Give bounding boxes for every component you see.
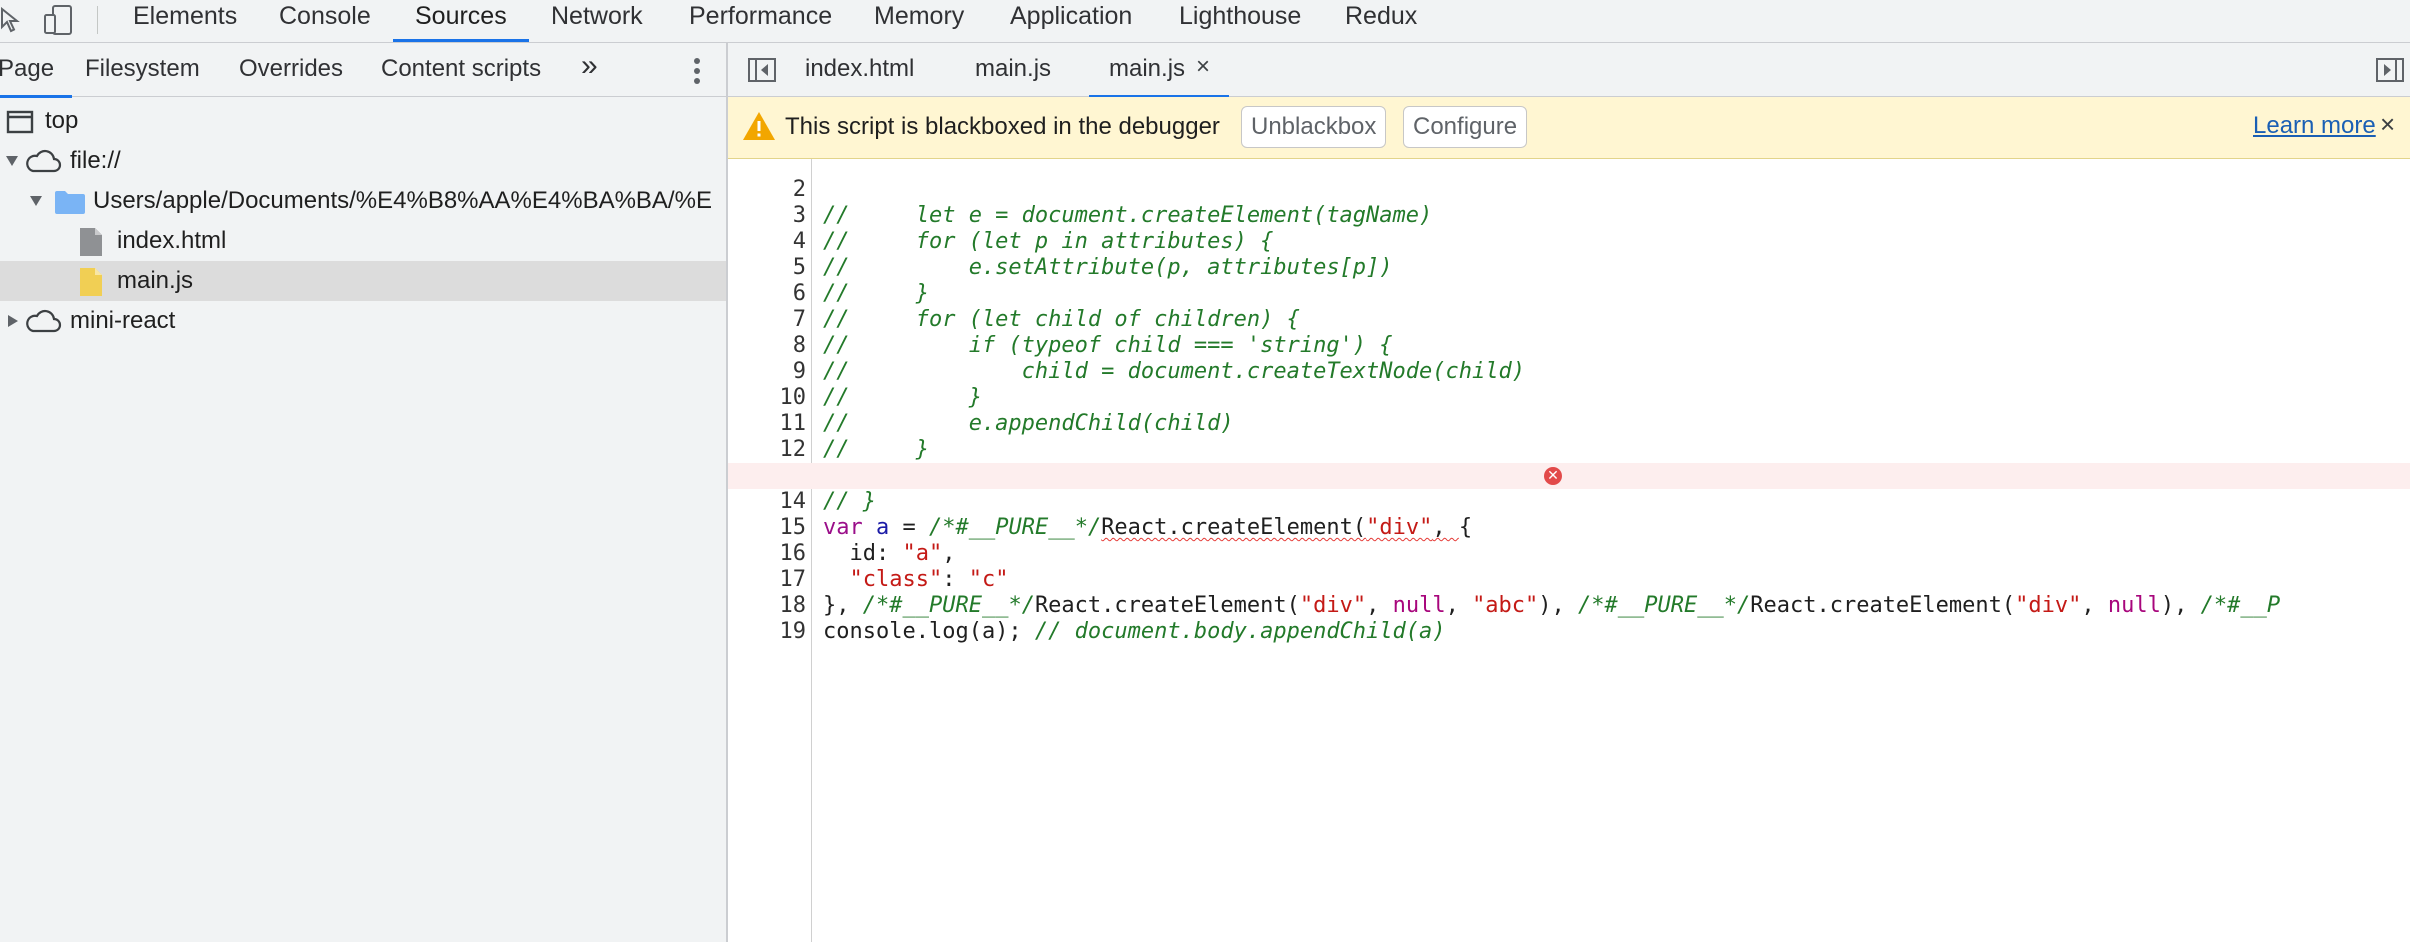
- html-file-icon: [78, 227, 104, 264]
- tab-lighthouse[interactable]: Lighthouse: [1179, 0, 1301, 42]
- device-toolbar-icon[interactable]: [43, 0, 75, 40]
- code-line[interactable]: 4 // e.setAttribute(p, attributes[p]): [728, 203, 2410, 280]
- tab-network[interactable]: Network: [551, 0, 643, 42]
- code-line[interactable]: 5 // }: [728, 229, 2410, 306]
- nav-tab-page[interactable]: Page: [0, 55, 73, 98]
- toggle-navigator-icon[interactable]: [747, 57, 777, 88]
- editor-tab-index-html[interactable]: index.html: [805, 55, 914, 83]
- error-icon[interactable]: ✕: [1544, 467, 1562, 485]
- learn-more-link[interactable]: Learn more: [2253, 112, 2376, 140]
- more-options-icon[interactable]: [689, 57, 705, 90]
- code-line[interactable]: 9 // }: [728, 333, 2410, 410]
- code-line[interactable]: 10 // e.appendChild(child): [728, 359, 2410, 436]
- code-line[interactable]: 3 // for (let p in attributes) {: [728, 177, 2410, 254]
- code-line[interactable]: 7 // if (typeof child === 'string') {: [728, 281, 2410, 358]
- toggle-debugger-icon[interactable]: [2375, 57, 2405, 88]
- expand-arrow-icon[interactable]: [30, 196, 42, 206]
- tree-item-mini-react[interactable]: mini-react: [0, 301, 726, 341]
- devtools-tab-bar: Elements Console Sources Network Perform…: [0, 0, 2410, 43]
- close-tab-icon[interactable]: ×: [1196, 53, 1210, 81]
- code-line[interactable]: 16 "class": "c": [728, 515, 2410, 592]
- code-line[interactable]: 13 // }: [728, 437, 2410, 514]
- more-tabs-icon[interactable]: »: [581, 49, 598, 83]
- code-line[interactable]: 12 // return e: [728, 411, 2410, 488]
- editor-tab-main-js[interactable]: main.js: [975, 55, 1051, 83]
- navigator-tab-bar: Page Filesystem Overrides Content script…: [0, 43, 726, 98]
- inspect-element-icon[interactable]: [0, 0, 22, 40]
- blackbox-infobar: This script is blackboxed in the debugge…: [728, 97, 2410, 159]
- code-line-error[interactable]: 14 var a = /*#__PURE__*/React.createElem…: [728, 463, 2410, 540]
- code-line[interactable]: 8 // child = document.createTextNode(chi…: [728, 307, 2410, 384]
- nav-tab-filesystem[interactable]: Filesystem: [85, 55, 200, 83]
- folder-icon: [54, 189, 86, 222]
- tree-item-main-js[interactable]: main.js: [0, 261, 726, 301]
- tab-redux[interactable]: Redux: [1345, 0, 1417, 42]
- code-line[interactable]: 15 id: "a",: [728, 489, 2410, 566]
- tree-item-label: main.js: [117, 267, 194, 294]
- frame-icon: [6, 110, 34, 141]
- tab-memory[interactable]: Memory: [874, 0, 964, 42]
- code-line[interactable]: 18 console.log(a); // document.body.appe…: [728, 567, 2410, 644]
- sources-navigator: Page Filesystem Overrides Content script…: [0, 43, 728, 942]
- code-line[interactable]: 2 // let e = document.createElement(tagN…: [728, 159, 2410, 228]
- nav-tab-content-scripts[interactable]: Content scripts: [381, 55, 541, 83]
- tab-console[interactable]: Console: [279, 0, 371, 42]
- editor-tab-bar: index.html main.js main.js ×: [728, 43, 2410, 98]
- collapsed-arrow-icon[interactable]: [8, 315, 18, 327]
- tree-item-label: top: [45, 107, 79, 134]
- tree-item-label: mini-react: [70, 307, 176, 334]
- code-line[interactable]: 6 // for (let child of children) {: [728, 255, 2410, 332]
- warning-icon: [742, 111, 776, 146]
- tab-elements[interactable]: Elements: [133, 0, 237, 42]
- configure-button[interactable]: Configure: [1403, 106, 1528, 148]
- code-line[interactable]: 11 // }: [728, 385, 2410, 462]
- close-infobar-icon[interactable]: ×: [2380, 109, 2395, 140]
- tree-item-label: Users/apple/Documents/%E4%B8%AA%E4%BA%BA…: [93, 187, 712, 214]
- expand-arrow-icon[interactable]: [6, 156, 18, 166]
- tree-item-index-html[interactable]: index.html: [0, 221, 726, 261]
- tree-item-top[interactable]: top: [0, 101, 726, 141]
- tree-item-label: index.html: [117, 227, 227, 254]
- toolbar-divider: [97, 6, 98, 34]
- editor-tab-main-js-active[interactable]: main.js: [1088, 55, 1230, 98]
- tree-item-label: file://: [70, 147, 121, 174]
- js-file-icon: [78, 267, 104, 304]
- tab-performance[interactable]: Performance: [689, 0, 832, 42]
- nav-tab-overrides[interactable]: Overrides: [239, 55, 343, 83]
- code-editor[interactable]: 2 // let e = document.createElement(tagN…: [728, 159, 2410, 942]
- tab-application[interactable]: Application: [1010, 0, 1132, 42]
- unblackbox-button[interactable]: Unblackbox: [1241, 106, 1387, 148]
- tree-item-file-origin[interactable]: file://: [0, 141, 726, 181]
- code-line[interactable]: 17 }, /*#__PURE__*/React.createElement("…: [728, 541, 2410, 618]
- line-number: 19: [779, 619, 807, 644]
- tab-sources[interactable]: Sources: [393, 0, 529, 42]
- tree-item-folder[interactable]: Users/apple/Documents/%E4%B8%AA%E4%BA%BA…: [0, 181, 726, 221]
- infobar-message: This script is blackboxed in the debugge…: [785, 113, 1220, 140]
- code-text: console.log(a); // document.body.appendC…: [823, 619, 1446, 644]
- cloud-icon: [24, 148, 62, 181]
- code-line[interactable]: 19: [728, 593, 2410, 644]
- cloud-icon: [24, 308, 62, 341]
